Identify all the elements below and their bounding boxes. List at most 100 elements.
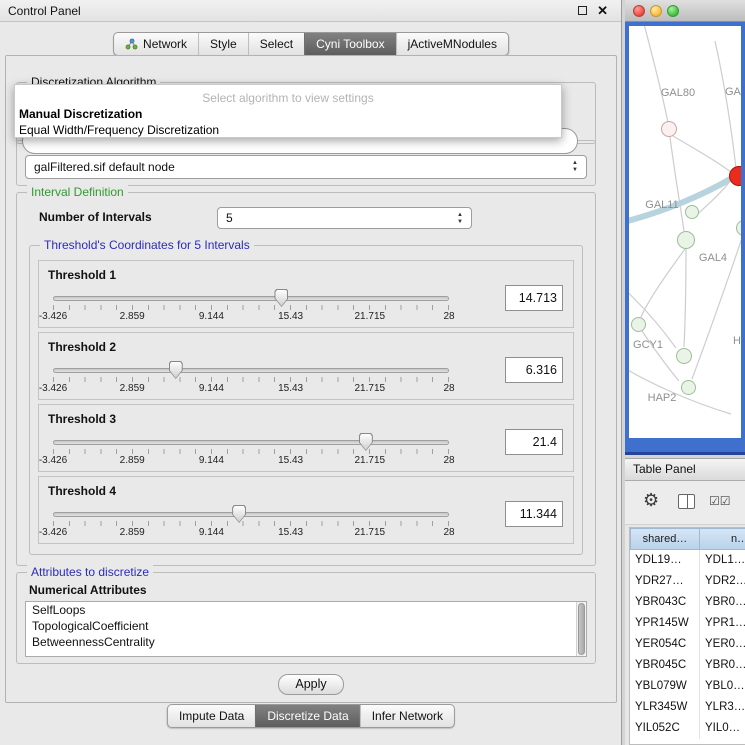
close-icon[interactable]: ✕ <box>597 3 608 19</box>
tab-impute-data[interactable]: Impute Data <box>168 705 255 727</box>
table-cell[interactable]: YLR345W <box>630 697 700 718</box>
scale-label: 28 <box>443 455 454 466</box>
table-cell[interactable]: YIL052C <box>630 718 700 739</box>
table-cell[interactable]: YBR0… <box>700 592 745 613</box>
list-item[interactable]: SelfLoops <box>26 602 586 618</box>
table-row: YPR145W YPR1… <box>630 613 745 634</box>
table-header-row: shared… n… <box>630 528 745 550</box>
table-cell[interactable]: YBR0… <box>700 655 745 676</box>
table-cell[interactable]: YBR045C <box>630 655 700 676</box>
threshold-2-value-field[interactable]: 6.316 <box>505 357 563 383</box>
table-panel-header: Table Panel <box>625 459 745 481</box>
threshold-3-slider[interactable]: -3.426 2.859 9.144 15.43 21.715 28 <box>53 435 449 467</box>
close-traffic-light-icon[interactable] <box>633 5 645 17</box>
tab-label: Network <box>143 37 187 51</box>
scale-label: 21.715 <box>355 527 386 538</box>
threshold-1-slider[interactable]: -3.426 2.859 9.144 15.43 21.715 28 <box>53 291 449 323</box>
network-node[interactable] <box>661 121 677 137</box>
network-node[interactable] <box>677 231 695 249</box>
table-panel: Table Panel ⚙ ☑☑ shared… n… YDL19… YDL1…… <box>625 458 745 745</box>
network-canvas[interactable]: GAL80 GA GAL11 GAL4 GCY1 HAP2 H <box>629 26 741 438</box>
table-cell[interactable]: YDL1… <box>700 550 745 571</box>
number-of-intervals-combobox[interactable]: 5 ▲ ▼ <box>217 207 472 229</box>
combobox-stepper-icon[interactable]: ▲ ▼ <box>570 160 580 174</box>
table-cell[interactable]: YDL19… <box>630 550 700 571</box>
node-label-gal80: GAL80 <box>653 87 703 99</box>
dropdown-placeholder: Select algorithm to view settings <box>15 91 561 105</box>
scale-label: 21.715 <box>355 383 386 394</box>
slider-scale: -3.426 2.859 9.144 15.43 21.715 28 <box>53 383 449 395</box>
table-data-combobox[interactable]: galFiltered.sif default node ▲ ▼ <box>25 155 587 179</box>
table-cell[interactable]: YPR1… <box>700 613 745 634</box>
node-label-partial-right-top: GA <box>725 86 741 98</box>
stepper-up-icon[interactable]: ▲ <box>570 160 580 167</box>
tab-jactivemnodules[interactable]: jActiveMNodules <box>396 33 508 55</box>
table-cell[interactable]: YPR145W <box>630 613 700 634</box>
tab-select[interactable]: Select <box>248 33 304 55</box>
float-window-icon[interactable] <box>578 6 587 15</box>
slider-scale: -3.426 2.859 9.144 15.43 21.715 28 <box>53 527 449 539</box>
column-header-name[interactable]: n… <box>700 528 745 550</box>
control-panel-window: Control Panel ✕ Network Style Select Cyn… <box>0 0 622 745</box>
network-node[interactable] <box>685 205 699 219</box>
stepper-up-icon[interactable]: ▲ <box>455 212 465 219</box>
dropdown-option-equal-width-frequency[interactable]: Equal Width/Frequency Discretization <box>19 123 219 137</box>
table-cell[interactable]: YBL0… <box>700 676 745 697</box>
gear-icon[interactable]: ⚙ <box>643 490 659 511</box>
list-item[interactable]: TopologicalCoefficient <box>26 618 586 634</box>
zoom-traffic-light-icon[interactable] <box>667 5 679 17</box>
table-row: YIL052C YIL0… <box>630 718 745 739</box>
tab-network[interactable]: Network <box>114 33 198 55</box>
column-header-shared-name[interactable]: shared… <box>630 528 700 550</box>
list-scrollbar[interactable] <box>576 602 586 656</box>
table-cell[interactable]: YER0… <box>700 634 745 655</box>
network-node[interactable] <box>631 317 646 332</box>
number-of-intervals-label: Number of Intervals <box>39 210 152 224</box>
slider-track[interactable] <box>53 440 449 445</box>
tab-cyni-toolbox[interactable]: Cyni Toolbox <box>304 33 395 55</box>
threshold-label: Threshold 2 <box>48 340 116 354</box>
stepper-down-icon[interactable]: ▼ <box>570 167 580 174</box>
select-columns-icon[interactable]: ☑☑ <box>709 494 731 508</box>
dropdown-option-manual-discretization[interactable]: Manual Discretization <box>19 107 142 121</box>
bottom-tabbar: Impute Data Discretize Data Infer Networ… <box>167 704 455 728</box>
list-item[interactable]: BetweennessCentrality <box>26 634 586 650</box>
scale-label: -3.426 <box>39 527 67 538</box>
apply-button[interactable]: Apply <box>278 674 344 695</box>
scale-label: 15.43 <box>278 527 303 538</box>
tab-label: Impute Data <box>179 709 244 723</box>
tab-discretize-data[interactable]: Discretize Data <box>255 705 359 727</box>
table-cell[interactable]: YBL079W <box>630 676 700 697</box>
tab-infer-network[interactable]: Infer Network <box>360 705 454 727</box>
threshold-4-value-field[interactable]: 11.344 <box>505 501 563 527</box>
network-window-bottom-edge <box>625 452 745 455</box>
threshold-4-panel: Threshold 4 -3.426 2.859 9.144 15.43 21.… <box>38 476 574 544</box>
tab-style[interactable]: Style <box>198 33 248 55</box>
threshold-4-slider[interactable]: -3.426 2.859 9.144 15.43 21.715 28 <box>53 507 449 539</box>
desktop: Control Panel ✕ Network Style Select Cyn… <box>0 0 745 745</box>
slider-track[interactable] <box>53 296 449 301</box>
scrollbar-thumb[interactable] <box>578 603 585 655</box>
table-cell[interactable]: YER054C <box>630 634 700 655</box>
scale-label: 21.715 <box>355 455 386 466</box>
minimize-traffic-light-icon[interactable] <box>650 5 662 17</box>
table-cell[interactable]: YLR3… <box>700 697 745 718</box>
table-cell[interactable]: YIL0… <box>700 718 745 739</box>
tab-label: Select <box>260 37 293 51</box>
slider-thumb-face <box>233 506 245 522</box>
threshold-1-value-field[interactable]: 14.713 <box>505 285 563 311</box>
table-cell[interactable]: YBR043C <box>630 592 700 613</box>
stepper-down-icon[interactable]: ▼ <box>455 219 465 226</box>
combobox-stepper-icon[interactable]: ▲ ▼ <box>455 212 465 226</box>
table-cell[interactable]: YDR27… <box>630 571 700 592</box>
network-node[interactable] <box>676 348 692 364</box>
table-cell[interactable]: YDR2… <box>700 571 745 592</box>
scale-label: -3.426 <box>39 455 67 466</box>
slider-track[interactable] <box>53 512 449 517</box>
control-panel-tabbar: Network Style Select Cyni Toolbox jActiv… <box>113 32 509 56</box>
columns-icon[interactable] <box>678 494 695 509</box>
combobox-value: 5 <box>226 211 233 225</box>
slider-track[interactable] <box>53 368 449 373</box>
threshold-3-value-field[interactable]: 21.4 <box>505 429 563 455</box>
threshold-2-slider[interactable]: -3.426 2.859 9.144 15.43 21.715 28 <box>53 363 449 395</box>
